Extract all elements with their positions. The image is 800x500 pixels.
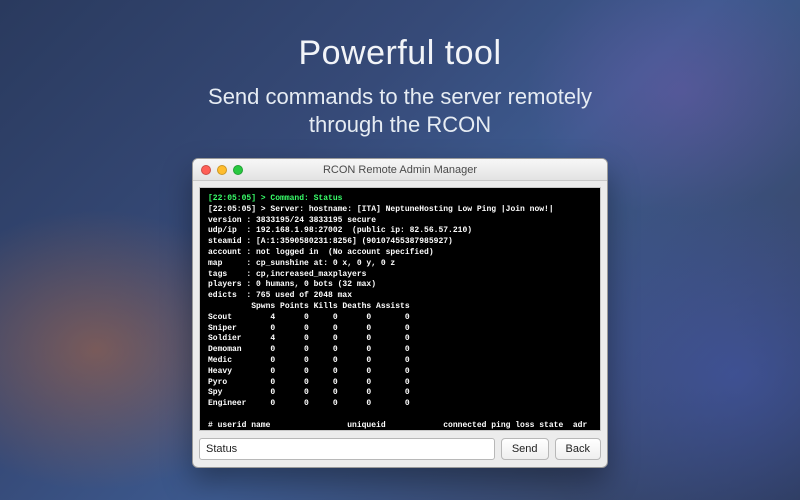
back-button[interactable]: Back [555,438,601,460]
send-button[interactable]: Send [501,438,549,460]
traffic-lights [193,165,243,175]
terminal-response-line: [22:05:05] > Server: hostname: [ITA] Nep… [208,205,554,214]
app-window: RCON Remote Admin Manager [22:05:05] > C… [192,158,608,468]
command-input[interactable] [199,438,495,460]
terminal-output[interactable]: [22:05:05] > Command: Status [22:05:05] … [199,187,601,431]
hero-title: Powerful tool [0,34,800,73]
hero-subtitle-line1: Send commands to the server remotely [208,84,592,109]
titlebar[interactable]: RCON Remote Admin Manager [193,159,607,181]
hero-subtitle-line2: through the RCON [309,112,491,137]
command-bar: Send Back [193,437,607,467]
hero-banner: Powerful tool Send commands to the serve… [0,0,800,138]
zoom-icon[interactable] [233,165,243,175]
minimize-icon[interactable] [217,165,227,175]
terminal-command-line: [22:05:05] > Command: Status [208,194,342,203]
window-title: RCON Remote Admin Manager [193,164,607,176]
hero-subtitle: Send commands to the server remotely thr… [0,83,800,138]
terminal-body: version : 3833195/24 3833195 secure udp/… [208,216,587,430]
close-icon[interactable] [201,165,211,175]
